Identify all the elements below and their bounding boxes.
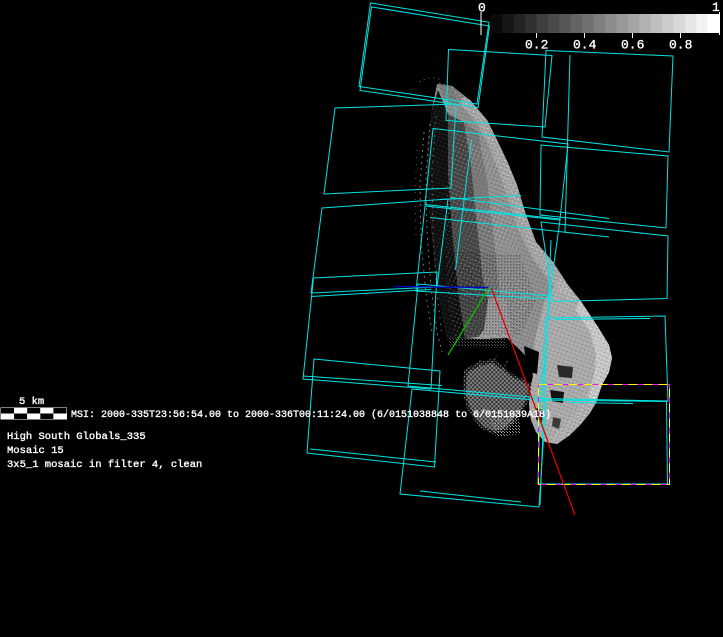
svg-text:0.4: 0.4 <box>573 38 597 53</box>
svg-text:0.6: 0.6 <box>621 38 644 53</box>
svg-text:Mosaic 15: Mosaic 15 <box>7 445 64 457</box>
svg-text:MSI: 2000-335T23:56:54.00 to: MSI: 2000-335T23:56:54.00 to 2000-336T00… <box>71 409 551 421</box>
svg-text:0: 0 <box>478 1 486 16</box>
svg-text:0.2: 0.2 <box>525 38 548 53</box>
svg-text:1: 1 <box>712 0 720 15</box>
svg-text:5 km: 5 km <box>19 396 44 408</box>
svg-text:High South Globals_335: High South Globals_335 <box>7 431 146 443</box>
svg-text:3x5_1 mosaic in filter 4, clea: 3x5_1 mosaic in filter 4, clean <box>7 459 202 471</box>
svg-text:0.8: 0.8 <box>669 38 692 53</box>
